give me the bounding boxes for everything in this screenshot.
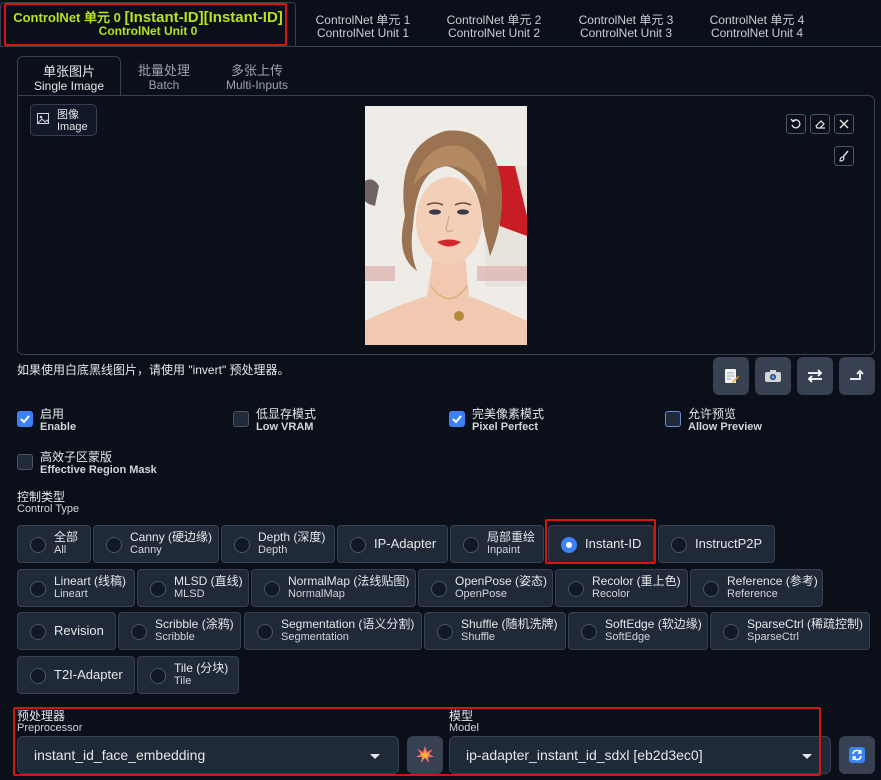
swap-arrows-icon xyxy=(807,369,823,383)
chevron-down-icon xyxy=(802,754,812,759)
checkbox-box[interactable] xyxy=(17,411,33,427)
model-label: 模型 Model xyxy=(449,709,479,734)
control-type-tile[interactable]: Tile (分块) Tile xyxy=(137,656,239,694)
refresh-models-button[interactable] xyxy=(839,736,875,774)
checkbox-box[interactable] xyxy=(233,411,249,427)
preprocessor-label: 预处理器 Preprocessor xyxy=(17,709,83,734)
tab-controlnet-unit-3[interactable]: ControlNet 单元 3 ControlNet Unit 3 xyxy=(564,6,688,46)
radio-dot-selected[interactable] xyxy=(561,537,577,553)
eraser-icon xyxy=(815,120,825,129)
invert-hint-text: 如果使用白底黑线图片，请使用 "invert" 预处理器。 xyxy=(17,363,290,377)
radio-dot[interactable] xyxy=(581,624,597,640)
arrow-up-right-icon xyxy=(850,369,864,380)
radio-dot[interactable] xyxy=(30,624,46,640)
radio-dot[interactable] xyxy=(437,624,453,640)
tab-controlnet-unit-4[interactable]: ControlNet 单元 4 ControlNet Unit 4 xyxy=(695,6,819,46)
camera-button[interactable] xyxy=(755,357,791,395)
image-label: 图像 Image xyxy=(30,104,97,136)
tab-subtitle: ControlNet Unit 0 xyxy=(98,24,198,38)
checkbox-box[interactable] xyxy=(449,411,465,427)
send-dimensions-button[interactable] xyxy=(839,357,875,395)
run-preprocessor-button[interactable] xyxy=(407,736,443,774)
radio-dot[interactable] xyxy=(264,581,280,597)
model-select[interactable]: ip-adapter_instant_id_sdxl [eb2d3ec0] xyxy=(449,736,831,774)
radio-dot[interactable] xyxy=(431,581,447,597)
control-type-canny[interactable]: Canny (硬边缘) Canny xyxy=(93,525,219,563)
control-type-reference[interactable]: Reference (参考) Reference xyxy=(690,569,823,607)
control-type-mlsd[interactable]: MLSD (直线) MLSD xyxy=(137,569,249,607)
check-icon xyxy=(20,415,30,424)
radio-dot[interactable] xyxy=(131,624,147,640)
control-type-shuffle[interactable]: Shuffle (随机洗牌) Shuffle xyxy=(424,612,566,650)
radio-dot[interactable] xyxy=(234,537,250,553)
tab-single-image[interactable]: 单张图片 Single Image xyxy=(17,56,121,96)
camera-icon xyxy=(765,370,781,382)
check-icon xyxy=(452,415,462,424)
edit-document-icon xyxy=(725,369,739,383)
undo-button[interactable] xyxy=(786,114,806,134)
brush-button[interactable] xyxy=(834,146,854,166)
tab-controlnet-unit-2[interactable]: ControlNet 单元 2 ControlNet Unit 2 xyxy=(432,6,556,46)
control-type-openpose[interactable]: OpenPose (姿态) OpenPose xyxy=(418,569,553,607)
control-type-revision[interactable]: Revision xyxy=(17,612,116,650)
control-type-depth[interactable]: Depth (深度) Depth xyxy=(221,525,335,563)
control-type-normalmap[interactable]: NormalMap (法线贴图) NormalMap xyxy=(251,569,416,607)
swap-button[interactable] xyxy=(797,357,833,395)
control-type-sparsectrl[interactable]: SparseCtrl (稀疏控制) SparseCtrl xyxy=(710,612,870,650)
control-type-segmentation[interactable]: Segmentation (语义分割) Segmentation xyxy=(244,612,422,650)
chevron-down-icon xyxy=(370,754,380,759)
explosion-icon xyxy=(416,746,434,763)
image-icon xyxy=(37,113,50,124)
checkbox-box[interactable] xyxy=(17,454,33,470)
control-type-all[interactable]: 全部 All xyxy=(17,525,91,563)
radio-dot[interactable] xyxy=(106,537,122,553)
tab-batch[interactable]: 批量处理 Batch xyxy=(124,56,204,96)
clear-button[interactable] xyxy=(834,114,854,134)
radio-dot[interactable] xyxy=(463,537,479,553)
preprocessor-select[interactable]: instant_id_face_embedding xyxy=(17,736,399,774)
radio-dot[interactable] xyxy=(257,624,273,640)
radio-dot[interactable] xyxy=(30,581,46,597)
control-type-ip-adapter[interactable]: IP-Adapter xyxy=(337,525,448,563)
tab-controlnet-unit-1[interactable]: ControlNet 单元 1 ControlNet Unit 1 xyxy=(301,6,425,46)
control-type-instructp2p[interactable]: InstructP2P xyxy=(658,525,775,563)
radio-dot[interactable] xyxy=(30,668,46,684)
control-type-recolor[interactable]: Recolor (重上色) Recolor xyxy=(555,569,688,607)
image-upload-area[interactable]: 图像 Image xyxy=(17,95,875,355)
close-icon xyxy=(839,119,849,129)
control-type-label: 控制类型 Control Type xyxy=(17,490,80,515)
control-type-softedge[interactable]: SoftEdge (软边缘) SoftEdge xyxy=(568,612,708,650)
eraser-button[interactable] xyxy=(810,114,830,134)
radio-dot[interactable] xyxy=(30,537,46,553)
radio-dot[interactable] xyxy=(723,624,739,640)
radio-dot[interactable] xyxy=(703,581,719,597)
control-type-instant-id[interactable]: Instant-ID xyxy=(548,525,654,563)
brush-icon xyxy=(839,150,849,162)
tab-multi-inputs[interactable]: 多张上传 Multi-Inputs xyxy=(212,56,302,96)
control-type-t2i-adapter[interactable]: T2I-Adapter xyxy=(17,656,135,694)
control-type-lineart[interactable]: Lineart (线稿) Lineart xyxy=(17,569,135,607)
radio-dot[interactable] xyxy=(568,581,584,597)
radio-dot[interactable] xyxy=(150,668,166,684)
control-type-inpaint[interactable]: 局部重绘 Inpaint xyxy=(450,525,544,563)
checkbox-box[interactable] xyxy=(665,411,681,427)
tab-title: ControlNet 单元 0 [Instant-ID][Instant-ID] xyxy=(13,9,283,26)
radio-dot[interactable] xyxy=(671,537,687,553)
refresh-icon xyxy=(849,747,865,763)
uploaded-portrait-image xyxy=(365,106,527,345)
radio-dot[interactable] xyxy=(350,537,366,553)
control-type-scribble[interactable]: Scribble (涂鸦) Scribble xyxy=(118,612,241,650)
tab-controlnet-unit-0[interactable]: ControlNet 单元 0 [Instant-ID][Instant-ID]… xyxy=(0,2,296,46)
radio-dot[interactable] xyxy=(150,581,166,597)
undo-icon xyxy=(790,118,801,129)
unit-tab-bar: ControlNet 单元 0 [Instant-ID][Instant-ID]… xyxy=(0,0,881,46)
edit-document-button[interactable] xyxy=(713,357,749,395)
divider xyxy=(0,46,881,47)
